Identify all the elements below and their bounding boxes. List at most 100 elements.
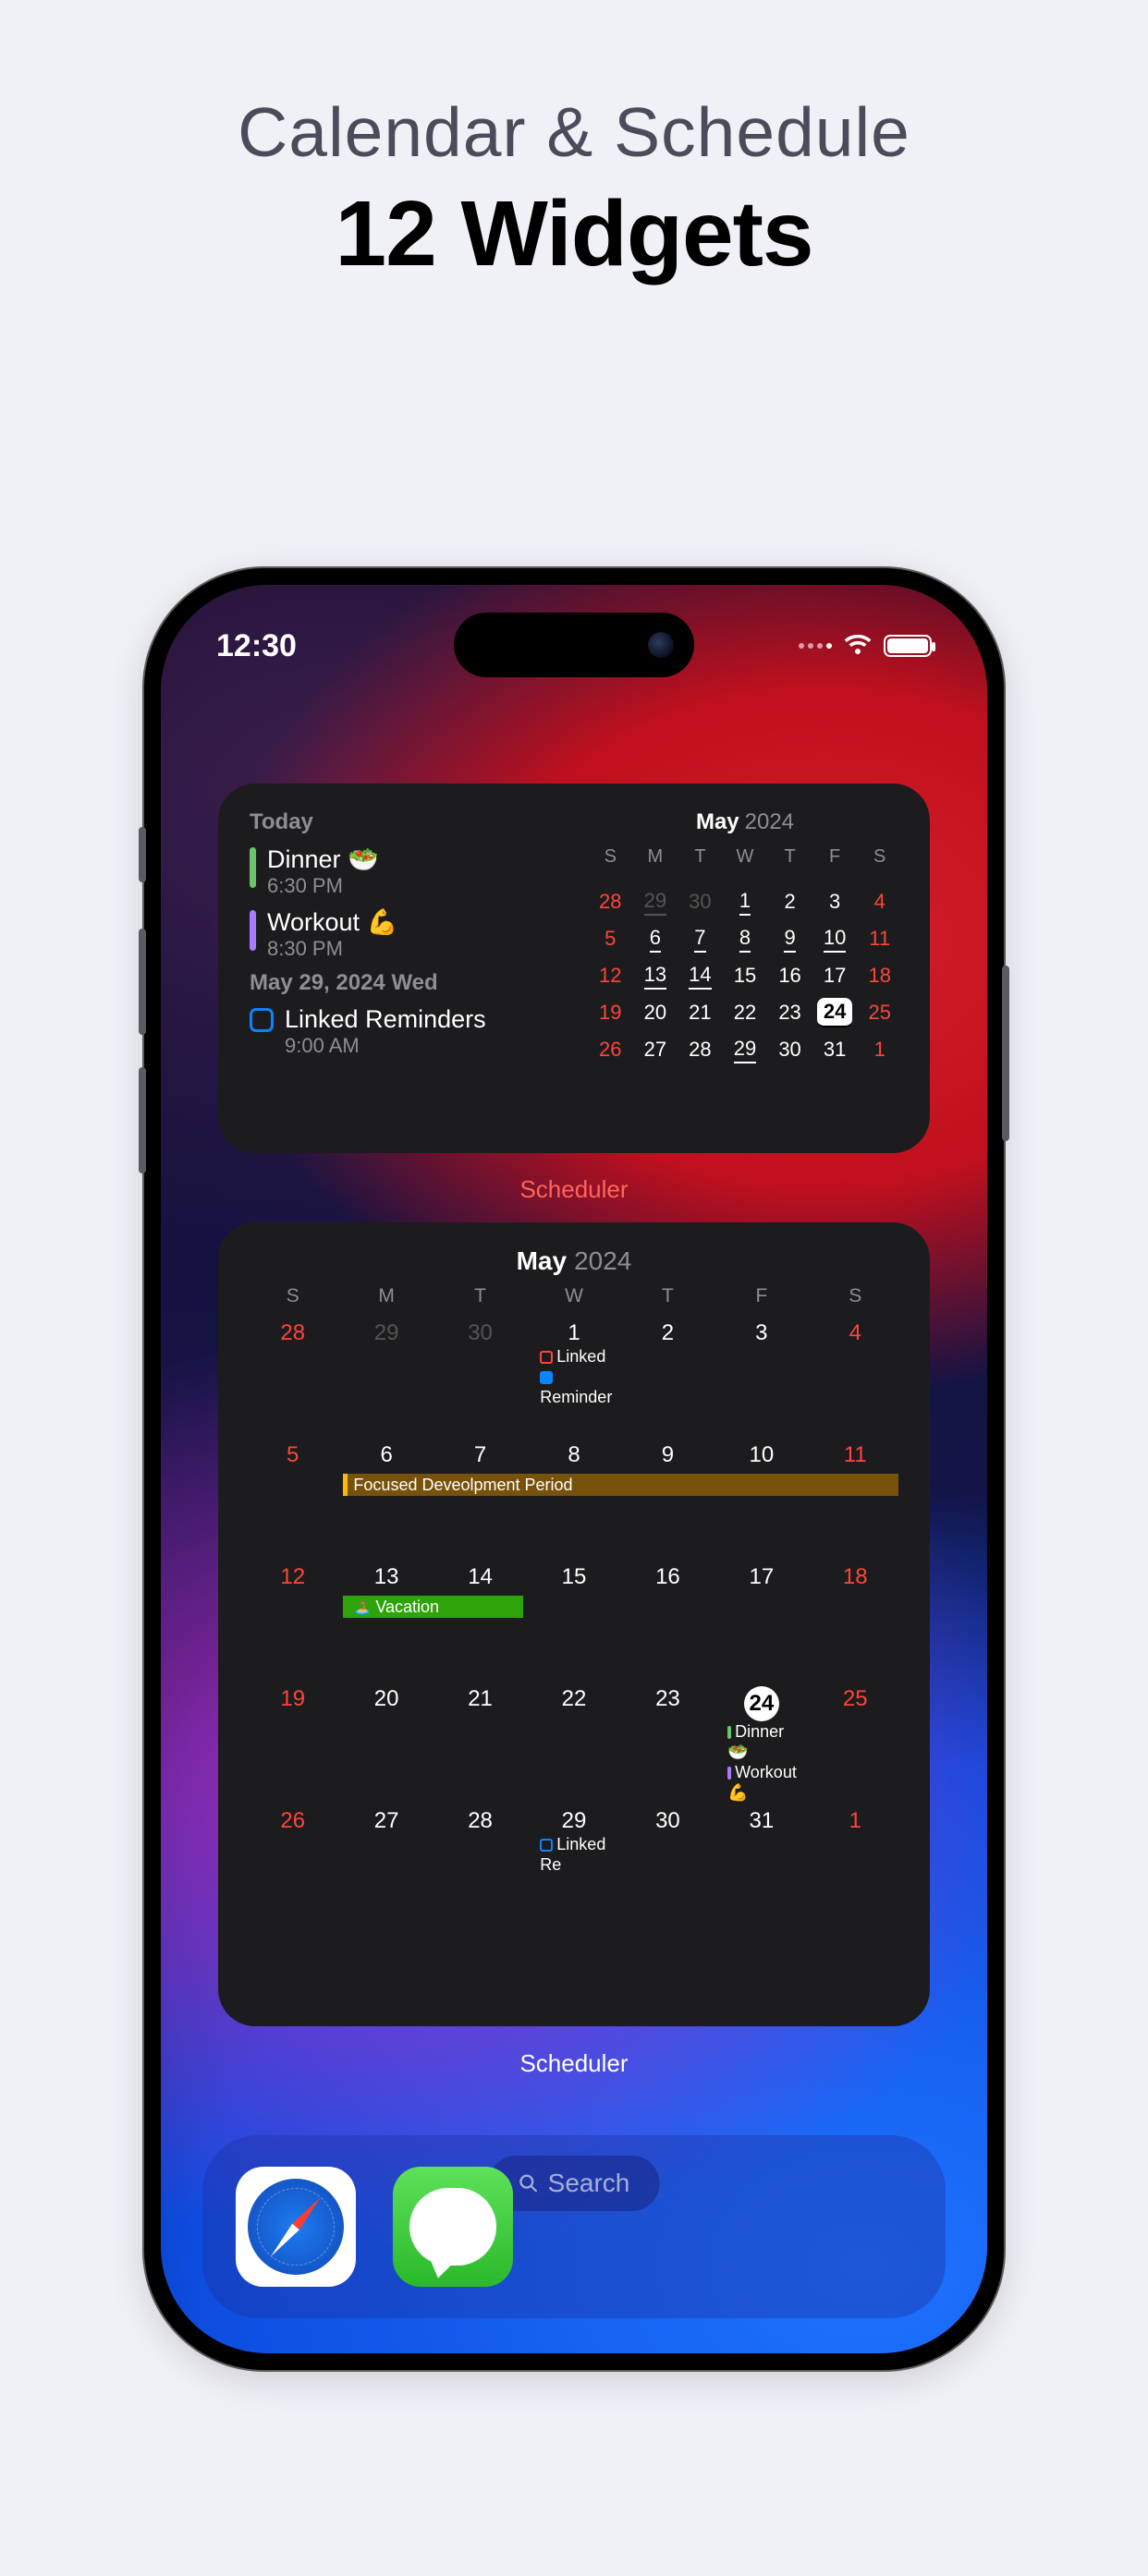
mini-cal-day: 23 — [771, 994, 809, 1031]
event-span-focused: Focused Deveolpment Period — [343, 1474, 898, 1496]
cal-day-number: 28 — [246, 1320, 339, 1346]
mini-cal-day: 26 — [592, 1031, 629, 1068]
cal-day-number: 31 — [714, 1808, 808, 1834]
cal-day-number: 6 — [339, 1442, 433, 1468]
mini-cal-day: 16 — [771, 957, 809, 994]
cellular-icon — [799, 643, 832, 649]
cal-day-number: 14 — [434, 1564, 527, 1590]
mini-cal-day: 22 — [727, 994, 764, 1031]
mini-cal-day: 9 — [771, 920, 809, 957]
date-label: May 29, 2024 Wed — [250, 970, 592, 996]
dow-label: S — [592, 846, 629, 883]
page-title: Calendar & Schedule — [0, 92, 1148, 172]
phone-screen: 12:30 Today Dinner 🥗 6:30 PM Workout 💪 8… — [161, 585, 987, 2353]
cal-day-cell: 2 — [621, 1315, 714, 1437]
cal-day-number: 9 — [621, 1442, 714, 1468]
cal-day-number: 4 — [809, 1320, 902, 1346]
mini-cal-day: 17 — [816, 957, 854, 994]
dow-label: T — [771, 846, 809, 883]
event-color-bar — [250, 847, 256, 888]
cal-day-number: 2 — [621, 1320, 714, 1346]
mini-cal-day: 14 — [681, 957, 719, 994]
status-bar: 12:30 — [161, 618, 987, 674]
cal-day-cell: 28 — [434, 1803, 527, 1925]
mini-cal-day: 31 — [816, 1031, 854, 1068]
cal-day-cell: 18 — [809, 1559, 902, 1681]
dow-label: F — [816, 846, 854, 883]
schedule-calendar-widget-medium[interactable]: Today Dinner 🥗 6:30 PM Workout 💪 8:30 PM… — [218, 784, 930, 1153]
cal-day-cell: 17 — [714, 1559, 808, 1681]
cal-day-number: 8 — [527, 1442, 620, 1468]
cal-day-events: LinkedReminder — [527, 1346, 620, 1407]
cal-day-cell: 1 — [809, 1803, 902, 1925]
cal-day-cell: 24Dinner 🥗Workout 💪 — [714, 1681, 808, 1803]
large-cal-dow-row: SMTWTFS — [246, 1285, 902, 1307]
cal-day-cell: 29Linked Re — [527, 1803, 620, 1925]
cal-day-cell: 22 — [527, 1681, 620, 1803]
today-label: Today — [250, 809, 592, 835]
cal-day-cell: 27 — [339, 1803, 433, 1925]
event-time: 8:30 PM — [267, 937, 397, 961]
mini-cal-day: 1 — [861, 1031, 898, 1068]
dow-label: T — [621, 1285, 714, 1307]
wifi-icon — [843, 635, 873, 657]
cal-day-cell: 30 — [434, 1315, 527, 1437]
mini-cal-day: 30 — [771, 1031, 809, 1068]
cal-day-number: 12 — [246, 1564, 339, 1590]
cal-day-cell: 4 — [809, 1315, 902, 1437]
cal-day-number: 30 — [621, 1808, 714, 1834]
cal-day-number: 22 — [527, 1686, 620, 1712]
dow-label: S — [246, 1285, 339, 1307]
cal-day-number: 7 — [434, 1442, 527, 1468]
safari-app-icon[interactable] — [236, 2167, 356, 2287]
cal-day-number: 19 — [246, 1686, 339, 1712]
cal-day-number: 21 — [434, 1686, 527, 1712]
cal-week-row: 192021222324Dinner 🥗Workout 💪25 — [246, 1681, 902, 1803]
cal-week-row: 2829301LinkedReminder234 — [246, 1315, 902, 1437]
event-time: 6:30 PM — [267, 874, 379, 898]
cal-day-cell: 15 — [527, 1559, 620, 1681]
mini-cal-day: 18 — [861, 957, 898, 994]
mini-cal-day: 25 — [861, 994, 898, 1031]
cal-day-cell: 13 — [339, 1559, 433, 1681]
cal-day-number: 18 — [809, 1564, 902, 1590]
large-cal-header: May2024 — [246, 1246, 902, 1276]
mini-cal-day: 28 — [592, 883, 629, 920]
cal-day-number: 5 — [246, 1442, 339, 1468]
power-button — [1002, 966, 1009, 1141]
dow-label: W — [727, 846, 764, 883]
dock — [202, 2135, 946, 2318]
cal-day-cell: 28 — [246, 1315, 339, 1437]
cal-day-events: Dinner 🥗Workout 💪 — [714, 1721, 808, 1803]
speech-bubble-icon — [409, 2188, 496, 2266]
event-span-vacation: Vacation — [343, 1596, 523, 1618]
mini-cal-day: 24 — [816, 994, 854, 1031]
mini-cal-day: 2 — [771, 883, 809, 920]
cal-day-cell: 6 — [339, 1437, 433, 1559]
mini-cal-day: 7 — [681, 920, 719, 957]
mini-cal-day: 19 — [592, 994, 629, 1031]
cal-day-number: 13 — [339, 1564, 433, 1590]
event-title: Workout 💪 — [267, 907, 397, 937]
cal-day-cell: 7 — [434, 1437, 527, 1559]
cal-day-number: 1 — [527, 1320, 620, 1346]
cal-day-cell: 10 — [714, 1437, 808, 1559]
mini-cal-day: 13 — [637, 957, 675, 994]
month-calendar-widget-large[interactable]: May2024 SMTWTFS 2829301LinkedReminder234… — [218, 1222, 930, 2026]
cal-day-cell: 1LinkedReminder — [527, 1315, 620, 1437]
cal-day-cell: 29 — [339, 1315, 433, 1437]
cal-day-number: 25 — [809, 1686, 902, 1712]
silent-switch — [139, 827, 146, 882]
cal-day-number: 29 — [527, 1808, 620, 1834]
mini-cal-day: 27 — [637, 1031, 675, 1068]
cal-week-row: 567891011Focused Deveolpment Period — [246, 1437, 902, 1559]
messages-app-icon[interactable] — [393, 2167, 513, 2287]
mini-cal-day: 11 — [861, 920, 898, 957]
cal-day-cell: 16 — [621, 1559, 714, 1681]
cal-day-number: 3 — [714, 1320, 808, 1346]
cal-day-events: Linked Re — [527, 1834, 620, 1875]
cal-day-cell: 3 — [714, 1315, 808, 1437]
phone-frame: 12:30 Today Dinner 🥗 6:30 PM Workout 💪 8… — [144, 568, 1004, 2370]
cal-day-cell: 31 — [714, 1803, 808, 1925]
reminder-item: Linked Reminders 9:00 AM — [250, 1005, 592, 1058]
